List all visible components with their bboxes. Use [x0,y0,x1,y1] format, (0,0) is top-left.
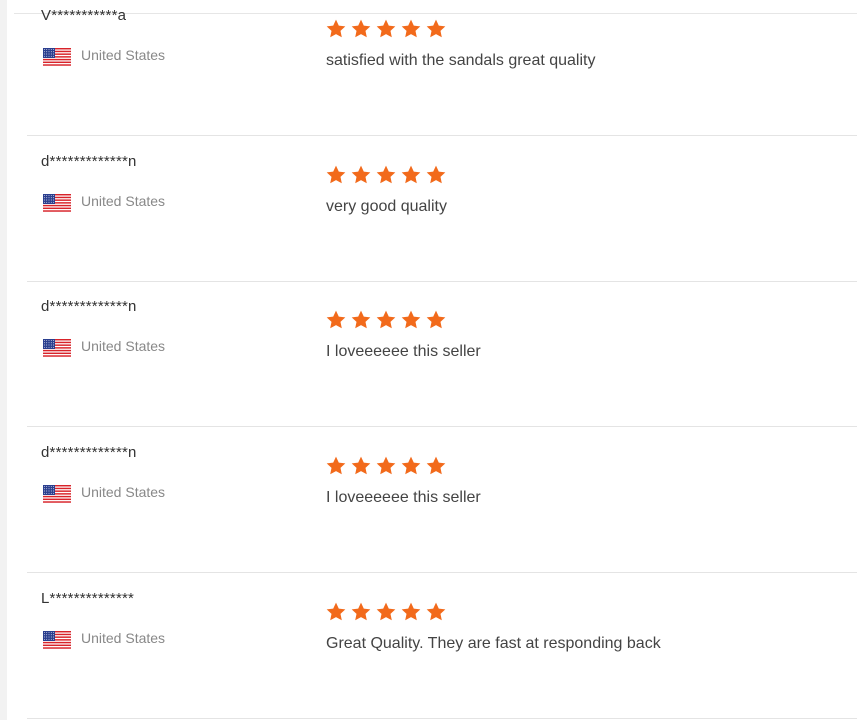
review-divider [27,718,857,719]
buyer-name: d*************n [41,298,137,315]
review-item: d*************n United States very good qu… [27,136,857,282]
buyer-name: L************** [41,590,135,607]
star-icon [400,601,422,623]
star-icon [325,309,347,331]
star-rating [325,455,447,477]
star-icon [325,18,347,40]
review-text: satisfied with the sandals great quality [326,52,596,69]
star-icon [375,309,397,331]
buyer-country: United States [81,630,166,646]
star-icon [400,164,422,186]
star-icon [425,164,447,186]
star-icon [375,164,397,186]
star-icon [325,455,347,477]
star-icon [400,455,422,477]
review-text: I loveeeeee this seller [326,489,481,506]
buyer-country: United States [81,193,166,209]
star-icon [375,601,397,623]
buyer-country: United States [81,338,166,354]
review-item: L************** United States Great Qualit… [27,573,857,719]
review-item: V***********a United States satisfied with… [27,0,857,136]
star-rating [325,601,447,623]
star-icon [375,18,397,40]
review-text: very good quality [326,198,447,215]
star-icon [350,18,372,40]
buyer-name: d*************n [41,444,137,461]
star-icon [375,455,397,477]
buyer-country: United States [81,47,166,63]
star-icon [350,455,372,477]
star-icon [425,601,447,623]
review-item: d*************n United States I loveeeeee … [27,281,857,427]
star-icon [350,601,372,623]
review-item: d*************n United States I loveeeeee … [27,427,857,573]
star-icon [325,164,347,186]
star-icon [400,309,422,331]
star-icon [350,164,372,186]
buyer-country: United States [81,484,166,500]
star-icon [425,455,447,477]
buyer-name: d*************n [41,153,137,170]
star-icon [425,309,447,331]
star-rating [325,309,447,331]
buyer-name: V***********a [41,7,127,24]
star-icon [350,309,372,331]
star-icon [325,601,347,623]
star-icon [400,18,422,40]
star-icon [425,18,447,40]
review-text: I loveeeeee this seller [326,343,481,360]
review-text: Great Quality. They are fast at respondi… [326,635,661,652]
star-rating [325,164,447,186]
star-rating [325,18,447,40]
